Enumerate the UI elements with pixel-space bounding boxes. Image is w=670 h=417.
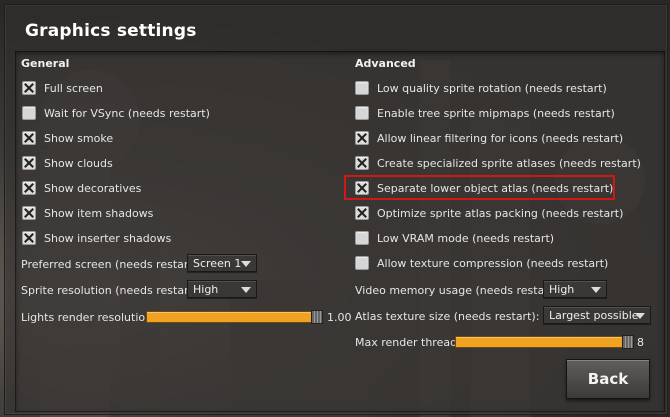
- video-memory-usage-text: Video memory usage (needs restart):: [355, 283, 562, 297]
- checkbox-icon[interactable]: [22, 156, 36, 170]
- checkbox-icon[interactable]: [22, 81, 36, 95]
- lights-render-resolution-value: 1.00: [327, 311, 352, 324]
- sprite-resolution-label: Sprite resolution (needs restart): [21, 281, 197, 299]
- preferred-screen-label: Preferred screen (needs restart): [21, 255, 197, 273]
- checkbox-show-clouds[interactable]: Show clouds: [22, 154, 113, 172]
- checkbox-wait-for-vsync[interactable]: Wait for VSync (needs restart): [22, 104, 210, 122]
- checkbox-icon[interactable]: [355, 206, 369, 220]
- checkbox-low-quality-sprite-rotation[interactable]: Low quality sprite rotation (needs resta…: [355, 79, 607, 97]
- checkbox-enable-tree-sprite-mipmaps[interactable]: Enable tree sprite mipmaps (needs restar…: [355, 104, 615, 122]
- preferred-screen-text: Preferred screen (needs restart): [21, 257, 198, 271]
- preferred-screen-value: Screen 1: [193, 256, 242, 270]
- checkbox-label: Optimize sprite atlas packing (needs res…: [377, 206, 624, 220]
- checkbox-create-specialized-sprite-atlases[interactable]: Create specialized sprite atlases (needs…: [355, 154, 641, 172]
- checkbox-label: Wait for VSync (needs restart): [44, 106, 210, 120]
- checkbox-allow-linear-filtering-icons[interactable]: Allow linear filtering for icons (needs …: [355, 129, 623, 147]
- checkbox-icon[interactable]: [355, 131, 369, 145]
- checkbox-icon[interactable]: [355, 231, 369, 245]
- checkbox-label: Separate lower object atlas (needs resta…: [377, 181, 614, 195]
- checkbox-show-item-shadows[interactable]: Show item shadows: [22, 204, 153, 222]
- slider-handle[interactable]: [622, 335, 634, 349]
- checkbox-label: Show clouds: [44, 156, 113, 170]
- checkbox-label: Allow linear filtering for icons (needs …: [377, 131, 624, 145]
- video-memory-usage-value: High: [549, 282, 575, 296]
- video-memory-usage-dropdown[interactable]: High: [543, 280, 607, 298]
- lights-render-resolution-slider[interactable]: [146, 311, 322, 323]
- lights-render-resolution-text: Lights render resolution: [21, 310, 153, 324]
- max-render-threads-text: Max render threads: [355, 335, 463, 349]
- checkbox-label: Allow texture compression (needs restart…: [377, 256, 609, 270]
- checkbox-icon[interactable]: [355, 156, 369, 170]
- checkbox-show-decoratives[interactable]: Show decoratives: [22, 179, 141, 197]
- slider-handle[interactable]: [311, 310, 323, 324]
- checkbox-icon[interactable]: [355, 181, 369, 195]
- chevron-down-icon: [635, 313, 645, 319]
- atlas-texture-size-label: Atlas texture size (needs restart):: [355, 307, 539, 325]
- checkbox-label: Create specialized sprite atlases (needs…: [377, 156, 641, 170]
- chevron-down-icon: [241, 287, 251, 293]
- atlas-texture-size-dropdown[interactable]: Largest possible: [543, 306, 651, 324]
- checkbox-label: Low VRAM mode (needs restart): [377, 231, 555, 245]
- checkbox-icon[interactable]: [355, 256, 369, 270]
- checkbox-allow-texture-compression[interactable]: Allow texture compression (needs restart…: [355, 254, 608, 272]
- checkbox-separate-lower-object-atlas[interactable]: Separate lower object atlas (needs resta…: [355, 179, 613, 197]
- max-render-threads-slider[interactable]: [455, 336, 633, 348]
- checkbox-icon[interactable]: [22, 231, 36, 245]
- max-render-threads-value: 8: [637, 336, 644, 349]
- preferred-screen-dropdown[interactable]: Screen 1: [187, 254, 257, 272]
- checkbox-show-smoke[interactable]: Show smoke: [22, 129, 113, 147]
- checkbox-icon[interactable]: [355, 81, 369, 95]
- checkbox-show-inserter-shadows[interactable]: Show inserter shadows: [22, 229, 171, 247]
- checkbox-label: Low quality sprite rotation (needs resta…: [377, 81, 607, 95]
- sprite-resolution-dropdown[interactable]: High: [187, 280, 257, 298]
- checkbox-icon[interactable]: [22, 181, 36, 195]
- video-memory-usage-label: Video memory usage (needs restart):: [355, 281, 561, 299]
- back-button[interactable]: Back: [566, 359, 650, 399]
- advanced-heading: Advanced: [355, 57, 416, 70]
- checkbox-label: Full screen: [44, 81, 103, 95]
- checkbox-icon[interactable]: [22, 131, 36, 145]
- atlas-texture-size-value: Largest possible: [549, 308, 639, 322]
- window-title: Graphics settings: [25, 21, 197, 41]
- checkbox-optimize-sprite-atlas-packing[interactable]: Optimize sprite atlas packing (needs res…: [355, 204, 623, 222]
- checkbox-low-vram-mode[interactable]: Low VRAM mode (needs restart): [355, 229, 554, 247]
- lights-render-resolution-label: Lights render resolution: [21, 308, 152, 326]
- checkbox-label: Show smoke: [44, 131, 114, 145]
- chevron-down-icon: [241, 261, 251, 267]
- checkbox-label: Show item shadows: [44, 206, 154, 220]
- general-heading: General: [21, 57, 70, 70]
- checkbox-label: Show decoratives: [44, 181, 142, 195]
- max-render-threads-label: Max render threads: [355, 333, 463, 351]
- checkbox-icon[interactable]: [22, 206, 36, 220]
- sprite-resolution-value: High: [193, 282, 219, 296]
- checkbox-full-screen[interactable]: Full screen: [22, 79, 103, 97]
- checkbox-label: Enable tree sprite mipmaps (needs restar…: [377, 106, 615, 120]
- checkbox-icon[interactable]: [355, 106, 369, 120]
- checkbox-label: Show inserter shadows: [44, 231, 172, 245]
- sprite-resolution-text: Sprite resolution (needs restart): [21, 283, 198, 297]
- checkbox-icon[interactable]: [22, 106, 36, 120]
- chevron-down-icon[interactable]: [591, 287, 601, 293]
- atlas-texture-size-text: Atlas texture size (needs restart):: [355, 309, 540, 323]
